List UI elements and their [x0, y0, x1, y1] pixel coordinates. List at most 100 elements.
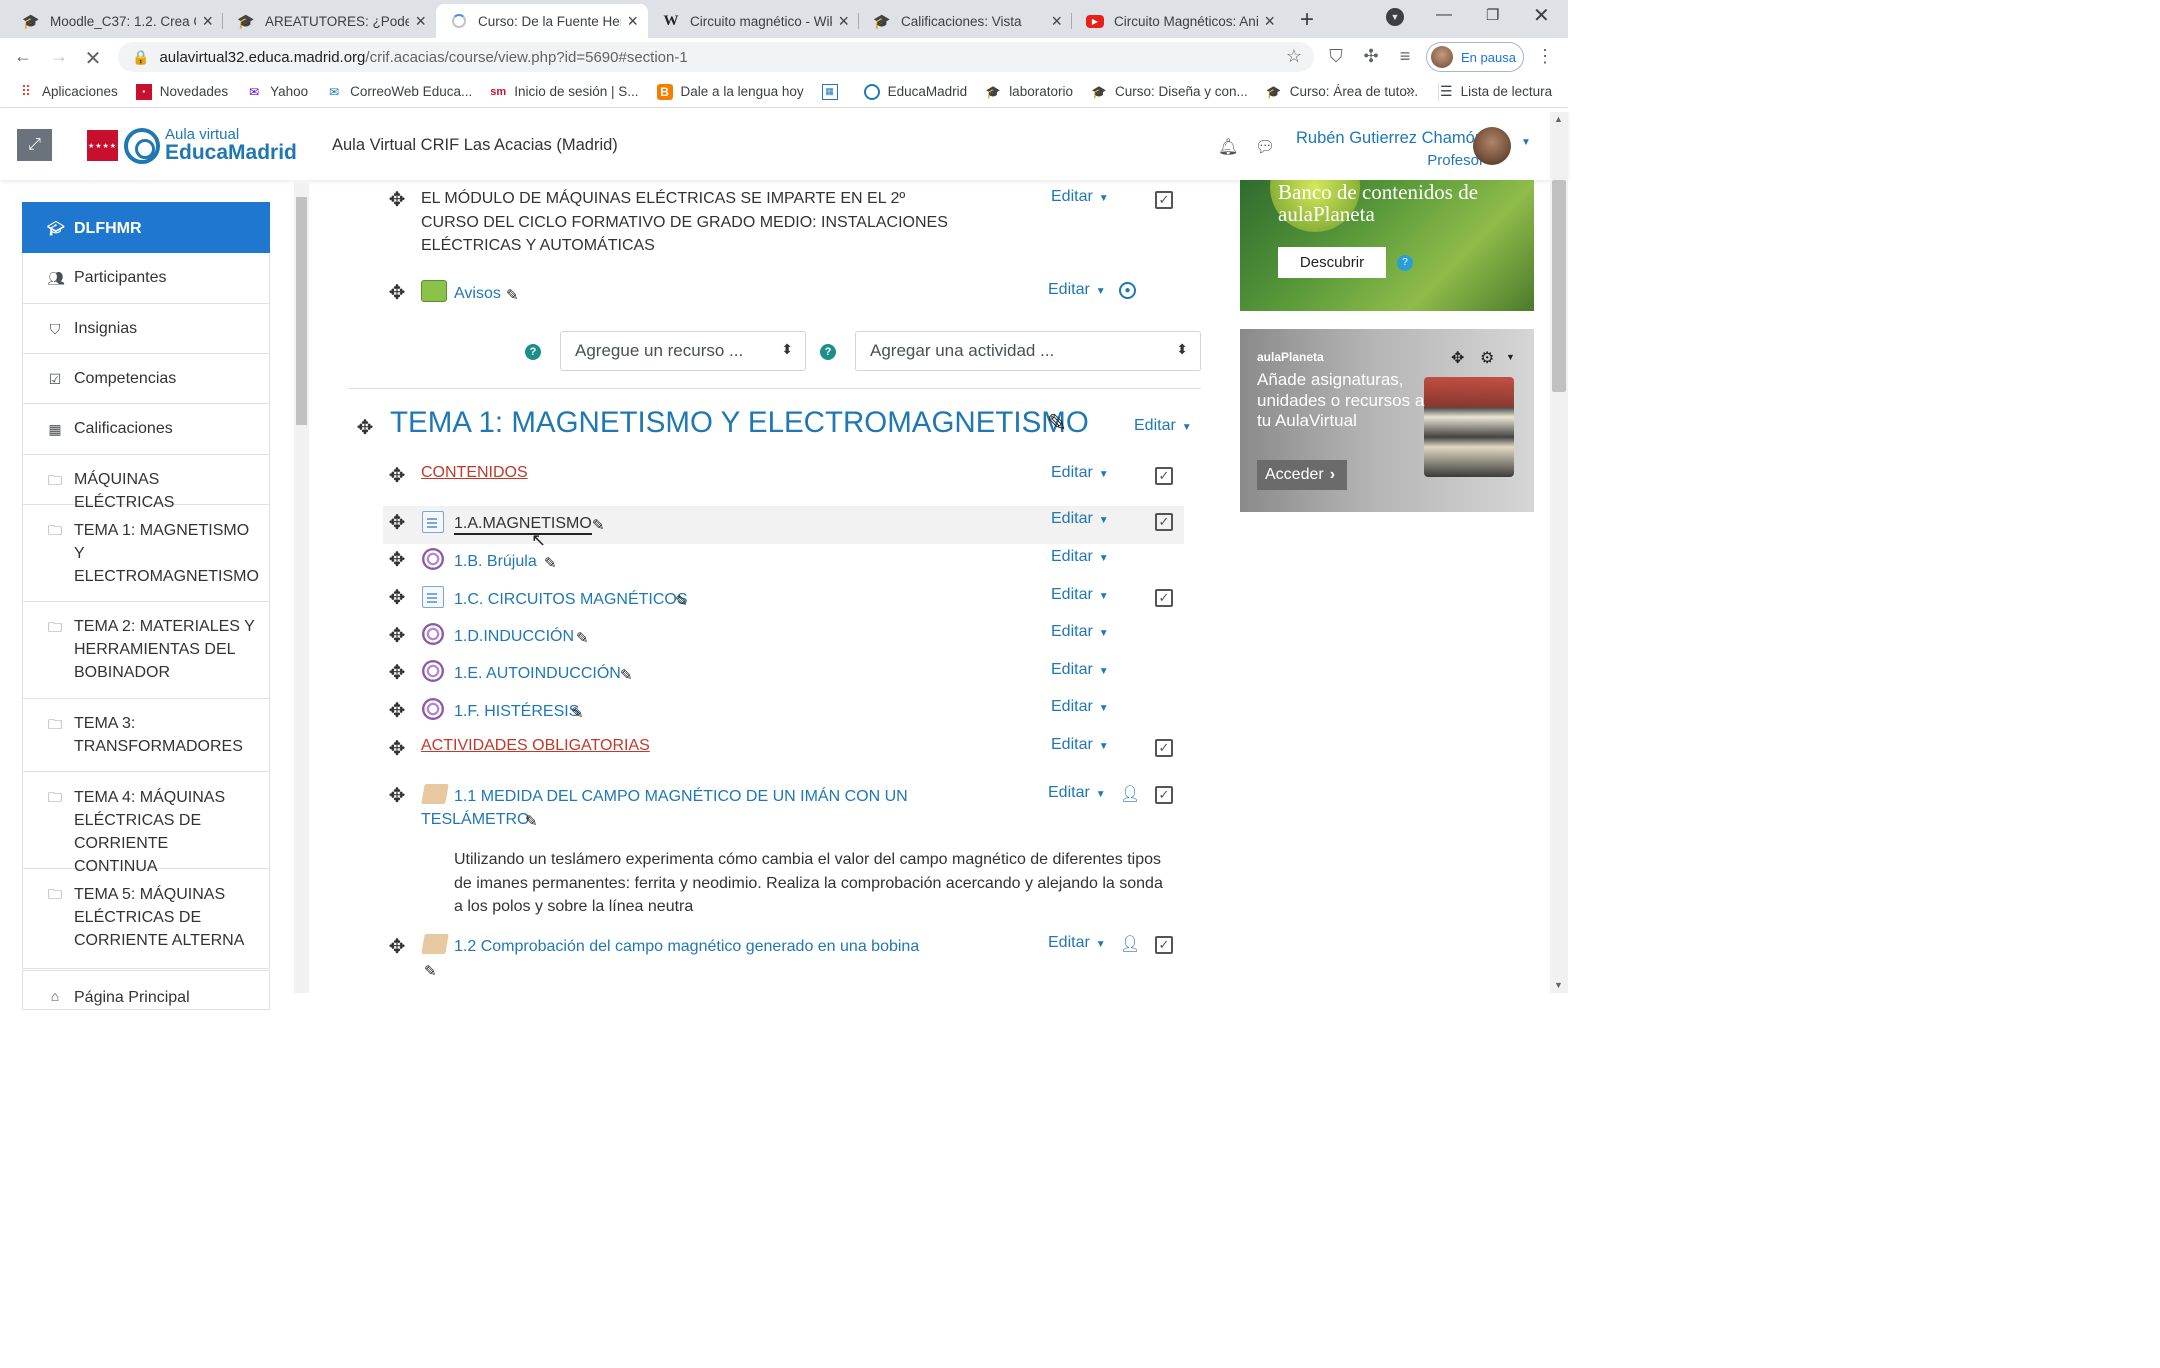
help-icon[interactable]: ? — [820, 344, 836, 360]
activity-link[interactable]: 1.B. Brújula — [454, 553, 537, 571]
descubrir-button[interactable]: Descubrir — [1278, 247, 1386, 278]
expand-icon[interactable]: ⤢ — [17, 129, 52, 161]
completion-checkbox[interactable]: ✓ — [1155, 739, 1173, 757]
edit-menu[interactable]: Editar ▼ — [1051, 736, 1109, 754]
bookmark-item[interactable]: EducaMadrid — [863, 83, 967, 100]
activity-link-assignment[interactable]: 1.1 MEDIDA DEL CAMPO MAGNÉTICO DE UN IMÁ… — [454, 788, 908, 806]
activity-link-avisos[interactable]: Avisos — [454, 285, 501, 303]
completion-checkbox[interactable]: ✓ — [1155, 191, 1173, 209]
edit-menu[interactable]: Editar ▼ — [1051, 661, 1109, 679]
group-mode-icon[interactable]: ● — [1119, 282, 1136, 299]
media-control-icon[interactable]: ≡ — [1394, 46, 1416, 67]
move-icon[interactable]: ✥ — [387, 510, 407, 535]
close-icon[interactable]: × — [1264, 11, 1275, 32]
browser-tab[interactable]: 🎓 Moodle_C37: 1.2. Crea C( × — [8, 4, 223, 38]
scroll-up-arrow-icon[interactable]: ▲ — [1554, 114, 1563, 124]
completion-checkbox[interactable]: ✓ — [1155, 786, 1173, 804]
banner-banco-contenidos[interactable]: Banco de contenidos de aulaPlaneta Descu… — [1240, 180, 1534, 311]
browser-tab[interactable]: 🎓 Calificaciones: Vista × — [859, 4, 1072, 38]
edit-menu[interactable]: Editar ▼ — [1051, 510, 1109, 528]
browser-tab[interactable]: 🎓 AREATUTORES: ¿Podemo × — [223, 4, 436, 38]
help-icon[interactable]: ? — [525, 344, 541, 360]
close-icon[interactable]: × — [838, 11, 849, 32]
pencil-icon[interactable]: ✎ — [675, 592, 688, 610]
edit-menu[interactable]: Editar ▼ — [1048, 784, 1106, 802]
page-scrollbar[interactable]: ▲ ▼ — [1550, 112, 1568, 993]
tab-search-icon[interactable]: ▼ — [1386, 8, 1404, 26]
pencil-icon[interactable]: ✎ — [592, 516, 605, 534]
bell-icon[interactable]: 🔔︎ — [1218, 137, 1238, 157]
browser-tab-active[interactable]: Curso: De la Fuente Herr × — [436, 4, 648, 38]
logo-title[interactable]: EducaMadrid — [165, 141, 297, 165]
avatar[interactable] — [1473, 127, 1511, 165]
bookmark-item[interactable]: ▪ Novedades — [135, 83, 228, 100]
profile-button[interactable]: En pausa — [1426, 42, 1524, 72]
bookmark-item[interactable]: ⠿ Aplicaciones — [18, 83, 118, 100]
add-activity-select[interactable]: Agregar una actividad ... ⬍ — [855, 331, 1201, 371]
move-icon[interactable]: ✥ — [387, 547, 407, 572]
shield-extension-icon[interactable]: ⛉ — [1325, 46, 1347, 67]
move-icon[interactable]: ✥ — [387, 280, 407, 305]
activity-link[interactable]: 1.C. CIRCUITOS MAGNÉTICOS — [454, 591, 688, 609]
completion-checkbox[interactable]: ✓ — [1155, 589, 1173, 607]
menu-dots-icon[interactable]: ⋮ — [1534, 46, 1556, 67]
edit-menu[interactable]: Editar ▼ — [1051, 188, 1109, 206]
address-bar[interactable]: 🔒 aulavirtual32.educa.madrid.org/crif.ac… — [118, 42, 1314, 72]
completion-checkbox[interactable]: ✓ — [1155, 513, 1173, 531]
edit-menu[interactable]: Editar ▼ — [1051, 464, 1109, 482]
site-name[interactable]: Aula Virtual CRIF Las Acacias (Madrid) — [332, 136, 618, 155]
pencil-icon[interactable]: ✎ — [1047, 409, 1067, 438]
edit-menu[interactable]: Editar ▼ — [1051, 548, 1109, 566]
move-icon[interactable]: ✥ — [387, 585, 407, 610]
close-icon[interactable]: × — [415, 11, 426, 32]
close-icon[interactable]: × — [202, 11, 213, 32]
browser-tab[interactable]: ▶ Circuito Magnéticos: Ani × — [1072, 4, 1285, 38]
pencil-icon[interactable]: ✎ — [506, 286, 519, 304]
label-actividades-obligatorias[interactable]: ACTIVIDADES OBLIGATORIAS — [421, 737, 650, 755]
bookmark-item[interactable]: sm Inicio de sesión | S... — [490, 84, 638, 100]
chevron-down-icon[interactable]: ▼ — [1521, 137, 1531, 148]
nav-item-section[interactable]: 🗀 TEMA 1: MAGNETISMO Y ELECTROMAGNETISMO — [22, 505, 270, 602]
minimize-button[interactable]: — — [1436, 6, 1452, 24]
edit-menu[interactable]: Editar ▼ — [1051, 586, 1109, 604]
bookmark-item[interactable]: B Dale a la lengua hoy — [656, 83, 804, 100]
bookmark-item[interactable]: ✉ Yahoo — [246, 84, 308, 100]
forward-arrow-icon[interactable]: → — [48, 46, 70, 67]
edit-menu[interactable]: Editar ▼ — [1048, 934, 1106, 952]
new-tab-button[interactable]: + — [1300, 6, 1314, 34]
user-name[interactable]: Rubén Gutierrez Chamón — [1296, 129, 1484, 148]
activity-link[interactable]: 1.E. AUTOINDUCCIÓN — [454, 665, 621, 683]
nav-scrollbar[interactable] — [294, 183, 309, 993]
nav-item-insignias[interactable]: ⛉ Insignias — [22, 304, 270, 354]
restore-button[interactable]: ❐ — [1486, 6, 1499, 24]
star-icon[interactable]: ☆ — [1286, 46, 1302, 67]
edit-menu[interactable]: Editar ▼ — [1051, 623, 1109, 641]
move-icon[interactable]: ✥ — [355, 415, 375, 440]
help-icon[interactable]: ? — [1397, 255, 1413, 271]
pencil-icon[interactable]: ✎ — [424, 962, 437, 980]
browser-tab[interactable]: W Circuito magnético - Wik × — [648, 4, 859, 38]
move-icon[interactable]: ✥ — [387, 660, 407, 685]
bookmark-item[interactable]: 🎓 Curso: Área de tuto... — [1266, 84, 1418, 100]
nav-item-section[interactable]: 🗀 TEMA 3: TRANSFORMADORES — [22, 699, 270, 772]
pencil-icon[interactable]: ✎ — [571, 704, 584, 722]
nav-item-section[interactable]: 🗀 TEMA 5: MÁQUINAS ELÉCTRICAS DE CORRIEN… — [22, 869, 270, 969]
back-arrow-icon[interactable]: ← — [12, 46, 34, 67]
activity-link-assignment[interactable]: 1.2 Comprobación del campo magnético gen… — [454, 938, 919, 956]
scroll-down-arrow-icon[interactable]: ▼ — [1554, 980, 1563, 990]
label-contenidos[interactable]: CONTENIDOS — [421, 464, 528, 482]
nav-item-section[interactable]: 🗀 MÁQUINAS ELÉCTRICAS — [22, 455, 270, 511]
more-bookmarks-button[interactable]: » — [1406, 82, 1415, 100]
close-icon[interactable]: × — [1051, 11, 1062, 32]
chat-icon[interactable]: 💬︎ — [1255, 137, 1275, 157]
nav-item-participantes[interactable]: 👥︎ Participantes — [22, 253, 270, 304]
activity-link[interactable]: 1.D.INDUCCIÓN — [454, 628, 574, 646]
activity-link-assignment-cont[interactable]: TESLÁMETRO — [421, 811, 529, 829]
nav-item-section[interactable]: 🗀 TEMA 2: MATERIALES Y HERRAMIENTAS DEL … — [22, 602, 270, 699]
pencil-icon[interactable]: ✎ — [544, 554, 557, 572]
edit-menu[interactable]: Editar ▼ — [1134, 417, 1192, 435]
move-icon[interactable]: ✥ — [387, 934, 407, 959]
bookmark-item[interactable]: 🎓 Curso: Diseña y con... — [1091, 84, 1248, 100]
nav-item-home[interactable]: ⌂ Página Principal — [22, 970, 270, 1010]
user-icon[interactable]: 👤︎ — [1120, 934, 1140, 954]
